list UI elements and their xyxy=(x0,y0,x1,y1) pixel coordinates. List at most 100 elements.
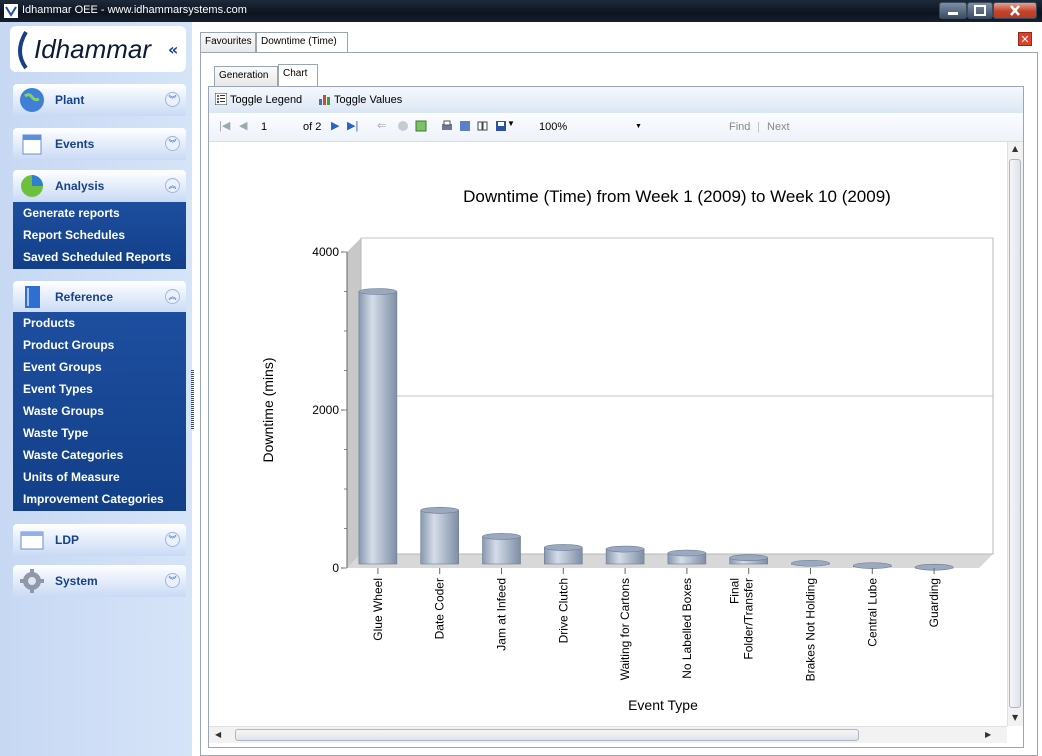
horizontal-scrollbar[interactable]: ◀ ▶ xyxy=(209,726,1007,743)
nav-products[interactable]: Products xyxy=(13,312,186,334)
legend-icon xyxy=(215,93,227,105)
x-tick-label: Date Coder xyxy=(433,578,447,639)
close-tab-button[interactable]: ✕ xyxy=(1018,32,1032,46)
collapse-sidebar-button[interactable]: « xyxy=(168,40,178,59)
window-title: Idhammar OEE - www.idhammarsystems.com xyxy=(22,4,247,16)
vertical-scrollbar[interactable]: ▲ ▼ xyxy=(1007,142,1023,726)
nav-product-groups[interactable]: Product Groups xyxy=(13,334,186,356)
bar-chart-icon xyxy=(319,95,330,105)
chart-panel: Toggle Legend Toggle Values |◀ ◀ 1 of 2 … xyxy=(208,86,1024,748)
scroll-left-icon[interactable]: ◀ xyxy=(215,730,221,739)
nav-waste-categories[interactable]: Waste Categories xyxy=(13,444,186,466)
scroll-up-icon[interactable]: ▲ xyxy=(1012,144,1018,153)
pie-chart-icon xyxy=(21,175,43,197)
find-link[interactable]: Find xyxy=(729,121,750,133)
group-events[interactable]: Events ︾ xyxy=(13,128,186,160)
x-tick-label-line: Waiting for Cartons xyxy=(618,578,632,680)
navigation-sidebar: Idhammar « Plant ︾ Events ︾ Analysis ︽ G… xyxy=(0,22,192,756)
tab-favourites[interactable]: Favourites xyxy=(200,32,256,52)
tab-downtime[interactable]: Downtime (Time) xyxy=(256,32,348,53)
bar-top-0 xyxy=(358,288,398,295)
nav-waste-groups[interactable]: Waste Groups xyxy=(13,400,186,422)
toggle-toolbar: Toggle Legend Toggle Values xyxy=(209,87,1023,113)
y-tick-label: 0 xyxy=(332,561,339,575)
reference-items: Products Product Groups Event Groups Eve… xyxy=(13,312,186,511)
print-layout-icon[interactable] xyxy=(459,120,471,132)
bar-0 xyxy=(358,291,398,565)
group-label-reference: Reference xyxy=(55,290,114,304)
toggle-values-label: Toggle Values xyxy=(334,94,403,106)
toggle-values-button[interactable]: Toggle Values xyxy=(319,92,402,108)
window-title-bar: Idhammar OEE - www.idhammarsystems.com xyxy=(0,0,1042,22)
group-label-system: System xyxy=(55,574,98,588)
page-number-input[interactable]: 1 xyxy=(261,121,267,133)
nav-units-of-measure[interactable]: Units of Measure xyxy=(13,466,186,488)
group-label-plant: Plant xyxy=(55,93,85,107)
nav-improvement-categories[interactable]: Improvement Categories xyxy=(13,488,186,510)
logo-text: Idhammar xyxy=(34,34,152,64)
chevron-down-icon: ︾ xyxy=(165,92,180,107)
x-axis-title: Event Type xyxy=(628,697,698,713)
refresh-icon[interactable] xyxy=(415,120,427,132)
chevron-up-icon: ︽ xyxy=(165,289,180,304)
window-icon xyxy=(20,531,44,550)
toolbar-separator: | xyxy=(757,121,760,133)
print-icon[interactable] xyxy=(441,120,453,132)
close-window-button[interactable] xyxy=(993,2,1037,19)
x-tick-label: Guarding xyxy=(927,578,941,627)
main-area: Favourites Downtime (Time) ✕ Generation … xyxy=(196,22,1042,756)
analysis-items: Generate reports Report Schedules Saved … xyxy=(13,202,186,269)
zoom-select[interactable]: 100% xyxy=(539,121,567,133)
next-link[interactable]: Next xyxy=(767,121,790,133)
nav-saved-scheduled-reports[interactable]: Saved Scheduled Reports xyxy=(13,246,186,268)
previous-page-icon[interactable]: ◀ xyxy=(239,119,247,132)
y-tick-label: 2000 xyxy=(312,403,339,417)
bar-top-3 xyxy=(543,544,583,551)
group-label-analysis: Analysis xyxy=(55,179,105,193)
report-viewer-toolbar: |◀ ◀ 1 of 2 ▶ ▶| ⇐ ▼ 100% ▼ Find | Next xyxy=(209,113,1023,142)
group-ldp[interactable]: LDP ︾ xyxy=(13,524,186,556)
bar-top-5 xyxy=(667,549,707,557)
tab-generation[interactable]: Generation xyxy=(214,66,278,86)
x-tick-label-line: Guarding xyxy=(927,578,941,627)
x-tick-label: Central Lube xyxy=(865,578,879,647)
bar-2 xyxy=(482,536,521,565)
nav-report-schedules[interactable]: Report Schedules xyxy=(13,224,186,246)
vertical-scroll-thumb[interactable] xyxy=(1009,159,1021,708)
scroll-right-icon[interactable]: ▶ xyxy=(985,730,991,739)
page-count: of 2 xyxy=(303,121,322,133)
bar-top-7 xyxy=(791,559,830,567)
group-analysis[interactable]: Analysis ︽ xyxy=(13,170,186,202)
group-plant[interactable]: Plant ︾ xyxy=(13,84,186,116)
save-icon[interactable] xyxy=(495,120,507,132)
back-icon[interactable]: ⇐ xyxy=(377,119,386,132)
scroll-down-icon[interactable]: ▼ xyxy=(1012,713,1018,722)
nav-generate-reports[interactable]: Generate reports xyxy=(13,202,186,224)
stop-icon[interactable] xyxy=(397,120,409,132)
document-tabs: Favourites Downtime (Time) ✕ xyxy=(196,22,1042,53)
toggle-legend-button[interactable]: Toggle Legend xyxy=(215,92,302,108)
last-page-icon[interactable]: ▶| xyxy=(347,119,358,132)
bar-top-8 xyxy=(852,562,892,569)
export-dropdown-arrow[interactable]: ▼ xyxy=(507,119,515,128)
maximize-button[interactable] xyxy=(967,2,993,19)
group-reference[interactable]: Reference ︽ xyxy=(13,281,186,313)
x-tick-label: Brakes Not Holding xyxy=(804,578,818,681)
nav-event-types[interactable]: Event Types xyxy=(13,378,186,400)
x-tick-label-line: Central Lube xyxy=(865,578,879,647)
gear-icon xyxy=(20,569,44,593)
horizontal-scroll-thumb[interactable] xyxy=(235,729,859,741)
page-setup-icon[interactable] xyxy=(477,120,489,132)
nav-waste-type[interactable]: Waste Type xyxy=(13,422,186,444)
toggle-legend-label: Toggle Legend xyxy=(230,94,303,106)
next-page-icon[interactable]: ▶ xyxy=(331,119,339,132)
minimize-button[interactable] xyxy=(939,2,967,19)
tab-chart[interactable]: Chart xyxy=(278,64,318,86)
sidebar-splitter[interactable] xyxy=(191,370,194,430)
group-system[interactable]: System ︾ xyxy=(13,565,186,597)
nav-event-groups[interactable]: Event Groups xyxy=(13,356,186,378)
bar-top-4 xyxy=(605,545,645,553)
zoom-dropdown-arrow[interactable]: ▼ xyxy=(635,123,642,130)
x-tick-label-line: Final xyxy=(728,578,742,604)
first-page-icon[interactable]: |◀ xyxy=(219,119,230,132)
